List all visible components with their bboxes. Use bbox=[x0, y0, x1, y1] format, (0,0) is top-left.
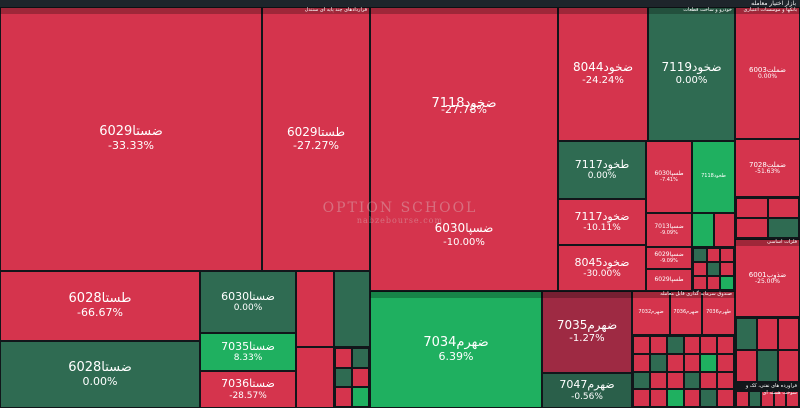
treemap-cell[interactable]: ضخود8044 -24.24% bbox=[558, 7, 648, 141]
small-cells-group bbox=[735, 317, 800, 383]
cell-symbol: طخود7117 bbox=[574, 157, 630, 171]
cell-symbol: ضهرم7034 bbox=[423, 334, 489, 350]
cell-percent: -27.78% bbox=[441, 103, 487, 116]
cell-symbol: ضهرم7036 bbox=[673, 309, 699, 316]
treemap-cell[interactable] bbox=[714, 213, 735, 247]
cell-percent: -30.00% bbox=[583, 269, 621, 280]
treemap: قراردادهای چند پایه ای سنتدل ضستا6029 -3… bbox=[0, 7, 800, 408]
treemap-cell[interactable]: ضستا7036 -28.57% bbox=[200, 371, 296, 408]
cell-symbol: ضستا7035 bbox=[221, 339, 275, 353]
treemap-cell[interactable]: ضملت7028 -51.63% bbox=[735, 139, 800, 197]
treemap-cell[interactable]: طستا6029 -27.27% bbox=[262, 7, 370, 271]
treemap-cell[interactable]: ضهرم7035 -1.27% bbox=[542, 291, 632, 373]
cell-percent: 0.00% bbox=[233, 303, 263, 314]
treemap-cell[interactable] bbox=[296, 347, 334, 408]
cell-percent: 0.00% bbox=[757, 72, 778, 80]
small-cells-group bbox=[334, 347, 370, 408]
cell-symbol: ضخود8044 bbox=[572, 60, 634, 75]
treemap-cell[interactable]: ضستا6029 -33.33% bbox=[0, 7, 262, 271]
small-cells-group bbox=[735, 197, 800, 239]
treemap-cell[interactable] bbox=[334, 271, 370, 347]
cell-percent: 0.00% bbox=[587, 171, 617, 182]
cell-percent: -24.24% bbox=[582, 75, 624, 87]
cell-percent: -25.00% bbox=[754, 277, 781, 285]
treemap-cell[interactable]: ضستا6028 0.00% bbox=[0, 341, 200, 408]
treemap-cell[interactable]: طسپا6030 -7.41% bbox=[646, 141, 692, 213]
cell-symbol: طهرم7036 bbox=[706, 309, 731, 316]
treemap-cell[interactable]: طسپا6029 bbox=[646, 269, 692, 291]
cell-percent: -9.09% bbox=[660, 229, 678, 236]
cell-symbol: ضخود7117 bbox=[574, 209, 630, 223]
cell-percent: -27.27% bbox=[293, 138, 339, 152]
treemap-cell[interactable]: ضستا7035 8.33% bbox=[200, 333, 296, 371]
cell-percent: -66.67% bbox=[77, 306, 123, 320]
treemap-cell[interactable] bbox=[296, 271, 334, 347]
cell-symbol: ضستا6030 bbox=[221, 289, 275, 303]
treemap-cell[interactable]: ضخود7118 -27.78% ضسپا6030 -10.00% bbox=[370, 7, 558, 291]
treemap-cell[interactable]: ضخود8045 -30.00% bbox=[558, 245, 646, 291]
cell-percent: -1.27% bbox=[569, 333, 605, 345]
cell-percent: -9.09% bbox=[660, 257, 678, 264]
treemap-cell[interactable]: ضخود7119 0.00% bbox=[648, 7, 735, 141]
cell-percent: -10.00% bbox=[443, 237, 485, 248]
cell-percent: -7.41% bbox=[660, 176, 678, 183]
cell-symbol: طخود7118 bbox=[701, 173, 726, 180]
cell-symbol: طستا6028 bbox=[68, 291, 132, 307]
sector-label-1: قراردادهای چند پایه ای سنتدل bbox=[0, 7, 370, 14]
cell-percent: 0.00% bbox=[82, 374, 118, 388]
header-title: بازار اختیار معامله bbox=[0, 0, 800, 7]
treemap-cell[interactable]: ضسپا6029 -9.09% bbox=[646, 247, 692, 269]
cell-symbol: ضهرم7035 bbox=[556, 318, 618, 333]
treemap-cell[interactable]: ضخود7117 -10.11% bbox=[558, 199, 646, 245]
cell-percent: -33.33% bbox=[108, 139, 154, 153]
sector-label-4: بانکها و موسسات اعتباری bbox=[735, 7, 800, 14]
small-cells-group bbox=[632, 335, 735, 408]
treemap-cell[interactable]: ضستا6030 0.00% bbox=[200, 271, 296, 333]
treemap-cell[interactable] bbox=[692, 213, 714, 247]
small-cells-group bbox=[692, 247, 735, 291]
treemap-cell[interactable]: طخود7117 0.00% bbox=[558, 141, 646, 199]
treemap-cell[interactable]: ضهرم7047 -0.56% bbox=[542, 373, 632, 408]
sector-label-5: فلزات اساسی bbox=[735, 239, 800, 246]
cell-symbol: طسپا6029 bbox=[654, 275, 684, 283]
treemap-cell[interactable]: ضهرم7034 6.39% bbox=[370, 291, 542, 408]
sector-label-6: فراورده های نفتی، کک و سوخت هسته ای bbox=[735, 383, 800, 396]
cell-symbol: ضخود8045 bbox=[574, 255, 630, 269]
sector-label-3: صندوق سرمایه گذاری قابل معامله bbox=[370, 291, 735, 298]
treemap-cell[interactable]: ضذوب6001 -25.00% bbox=[735, 239, 800, 317]
cell-symbol: ضستا7036 bbox=[221, 377, 275, 390]
cell-symbol: ضهرم7032 bbox=[638, 309, 664, 316]
cell-percent: 8.33% bbox=[233, 353, 263, 364]
cell-percent: -28.57% bbox=[229, 390, 267, 401]
sector-label-2: خودرو و ساخت قطعات bbox=[370, 7, 735, 14]
cell-percent: -10.11% bbox=[583, 223, 621, 234]
cell-percent: -51.63% bbox=[754, 167, 781, 175]
treemap-cell[interactable]: طخود7118 bbox=[692, 141, 735, 213]
treemap-cell[interactable]: ضسپا7013 -9.09% bbox=[646, 213, 692, 247]
cell-symbol: ضخود7119 bbox=[661, 60, 722, 75]
cell-percent: 6.39% bbox=[438, 349, 474, 363]
cell-symbol: ضسپا6030 bbox=[434, 221, 494, 235]
treemap-cell[interactable]: طستا6028 -66.67% bbox=[0, 271, 200, 341]
cell-symbol: طستا6029 bbox=[286, 124, 346, 139]
cell-symbol: ضهرم7047 bbox=[559, 378, 615, 391]
cell-symbol: ضستا6028 bbox=[68, 359, 132, 375]
cell-symbol: ضستا6029 bbox=[99, 124, 163, 140]
cell-percent: -0.56% bbox=[571, 391, 603, 402]
treemap-cell[interactable]: ضملت6003 0.00% bbox=[735, 7, 800, 139]
cell-percent: 0.00% bbox=[675, 75, 708, 87]
